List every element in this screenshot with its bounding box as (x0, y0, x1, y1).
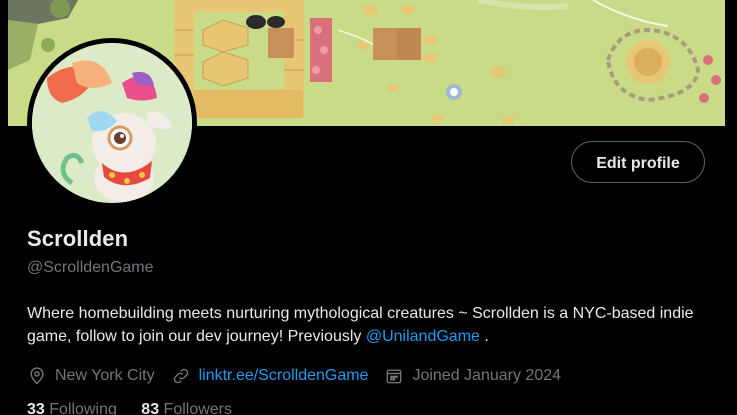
link-icon (173, 368, 188, 384)
followers-label: Followers (163, 401, 233, 415)
avatar[interactable] (27, 38, 197, 208)
profile-meta-row: New York City linktr.ee/ScrolldenGame Jo… (27, 363, 577, 389)
display-name: Scrollden (27, 226, 129, 251)
following-count: 33 (27, 401, 45, 415)
followers-link[interactable]: 83 Followers (141, 401, 232, 415)
avatar-image[interactable] (32, 43, 192, 203)
profile-bio: Where homebuilding meets nurturing mytho… (27, 302, 717, 348)
edit-profile-button[interactable]: Edit profile (571, 141, 705, 183)
calendar-icon (387, 369, 402, 384)
follow-stats: 33 Following 83 Followers (27, 401, 252, 415)
website-link[interactable]: linktr.ee/ScrolldenGame (199, 367, 369, 385)
bio-text: Where homebuilding meets nurturing mytho… (27, 305, 694, 345)
profile-page: Edit profile Scrollden @ScrolldenGame Wh… (0, 0, 737, 415)
location-item: New York City (27, 366, 155, 386)
followers-count: 83 (141, 401, 160, 415)
page-left-edge (0, 0, 8, 415)
following-link[interactable]: 33 Following (27, 401, 117, 415)
banner-right-edge (725, 0, 737, 126)
location-pin-icon (30, 367, 44, 385)
website-item: linktr.ee/ScrolldenGame (171, 366, 369, 386)
following-label: Following (49, 401, 117, 415)
joined-date: Joined January 2024 (412, 367, 562, 384)
joined-item: Joined January 2024 (384, 366, 561, 386)
username-handle: @ScrolldenGame (27, 259, 154, 276)
location-text: New York City (55, 367, 155, 384)
bio-trailing-text: . (479, 328, 489, 345)
bio-mention-link[interactable]: @UnilandGame (366, 328, 480, 345)
